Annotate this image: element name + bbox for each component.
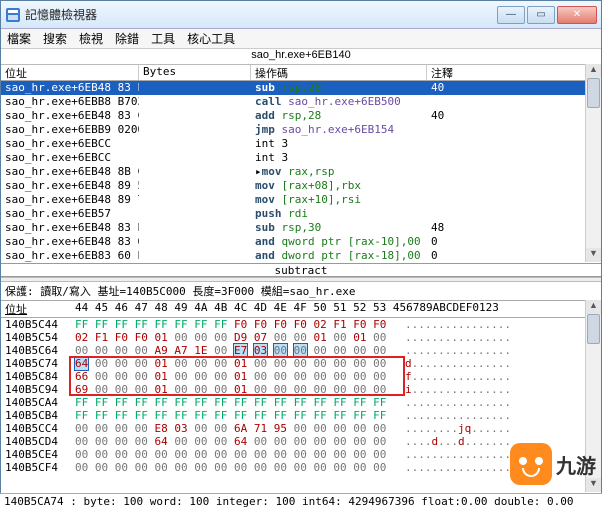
disassembly-panel: 位址 Bytes 操作碼 注釋 sao_hr.exe+6EB48 83 EC 2… [1, 65, 601, 263]
menu-core[interactable]: 核心工具 [187, 30, 235, 47]
disasm-row[interactable]: sao_hr.exe+6EB48 83 EC 28sub rsp,2840 [1, 81, 601, 95]
titlebar[interactable]: 記憶體檢視器 — ▭ ✕ [1, 1, 601, 29]
maximize-button[interactable]: ▭ [527, 6, 555, 24]
hex-header: 位址 44 45 46 47 48 49 4A 4B 4C 4D 4E 4F 5… [1, 301, 601, 318]
hex-row[interactable]: 140B5CC400 00 00 00 E8 03 00 00 6A 71 95… [5, 422, 597, 435]
disasm-row[interactable]: sao_hr.exe+6EBCCint 3 [1, 137, 601, 151]
col-address[interactable]: 位址 [1, 65, 139, 80]
hex-row[interactable]: 140B5CB4FF FF FF FF FF FF FF FF FF FF FF… [5, 409, 597, 422]
col-bytes[interactable]: Bytes [139, 65, 251, 80]
disasm-row[interactable]: sao_hr.exe+6EB83 60 E8 00and dword ptr [… [1, 249, 601, 263]
hex-row[interactable]: 140B5CA4FF FF FF FF FF FF FF FF FF FF FF… [5, 396, 597, 409]
hex-addr-label[interactable]: 位址 [5, 301, 75, 317]
memory-info: 保護: 讀取/寫入 基址=140B5C000 長度=3F000 模組=sao_h… [1, 282, 601, 301]
status-bar: 140B5CA74 : byte: 100 word: 100 integer:… [0, 493, 602, 509]
disasm-row[interactable]: sao_hr.exe+6EBB8 B7030000call sao_hr.exe… [1, 95, 601, 109]
col-opcode[interactable]: 操作碼 [251, 65, 427, 80]
menu-debug[interactable]: 除錯 [115, 30, 139, 47]
disasm-row[interactable]: sao_hr.exe+6EBCCint 3 [1, 151, 601, 165]
watermark-logo: 九游 [510, 443, 596, 485]
hex-row[interactable]: 140B5CE400 00 00 00 00 00 00 00 00 00 00… [5, 448, 597, 461]
hex-col-header: 44 45 46 47 48 49 4A 4B 4C 4D 4E 4F 50 5… [75, 301, 597, 317]
disasm-scrollbar[interactable]: ▲ ▼ [585, 64, 601, 262]
hex-row[interactable]: 140B5C5402 F1 F0 F0 01 00 00 00 D9 07 00… [5, 331, 597, 344]
hex-row[interactable]: 140B5C9469 00 00 00 01 00 00 00 01 00 00… [5, 383, 597, 396]
address-header: sao_hr.exe+6EB140 [1, 49, 601, 65]
col-comment[interactable]: 注釋 [427, 65, 601, 80]
opcode-info: subtract [1, 263, 601, 277]
window-title: 記憶體檢視器 [25, 6, 497, 23]
disasm-row[interactable]: sao_hr.exe+6EB48 83 60 F0 00and qword pt… [1, 235, 601, 249]
menu-file[interactable]: 檔案 [7, 30, 31, 47]
minimize-button[interactable]: — [497, 6, 525, 24]
hex-row[interactable]: 140B5CD400 00 00 00 64 00 00 00 64 00 00… [5, 435, 597, 448]
hex-row[interactable]: 140B5C8466 00 00 00 01 00 00 00 01 00 00… [5, 370, 597, 383]
disasm-row[interactable]: sao_hr.exe+6EBB9 02000000jmp sao_hr.exe+… [1, 123, 601, 137]
disasm-row[interactable]: sao_hr.exe+6EB48 89 58 08mov [rax+08],rb… [1, 179, 601, 193]
hex-row[interactable]: 140B5C6400 00 00 00 A9 A7 1E 00 E7 03 00… [5, 344, 597, 357]
disasm-rows[interactable]: sao_hr.exe+6EB48 83 EC 28sub rsp,2840sao… [1, 81, 601, 263]
hex-row[interactable]: 140B5C44FF FF FF FF FF FF FF FF F0 F0 F0… [5, 318, 597, 331]
jiuyou-text: 九游 [556, 450, 596, 479]
jiuyou-icon [510, 443, 552, 485]
menu-search[interactable]: 搜索 [43, 30, 67, 47]
menu-view[interactable]: 檢視 [79, 30, 103, 47]
close-button[interactable]: ✕ [557, 6, 597, 24]
menubar: 檔案 搜索 檢視 除錯 工具 核心工具 [1, 29, 601, 49]
disasm-row[interactable]: sao_hr.exe+6EB48 83 C4 28add rsp,2840 [1, 109, 601, 123]
disasm-row[interactable]: sao_hr.exe+6EB48 83 EC 30sub rsp,3048 [1, 221, 601, 235]
hex-row[interactable]: 140B5C7464 00 00 00 01 00 00 00 01 00 00… [5, 357, 597, 370]
disasm-header: 位址 Bytes 操作碼 注釋 [1, 65, 601, 81]
app-icon [5, 7, 21, 23]
hex-row[interactable]: 140B5CF400 00 00 00 00 00 00 00 00 00 00… [5, 461, 597, 474]
disasm-row[interactable]: sao_hr.exe+6EB57push rdi [1, 207, 601, 221]
disasm-row[interactable]: sao_hr.exe+6EB48 8B C4▸mov rax,rsp [1, 165, 601, 179]
menu-tools[interactable]: 工具 [151, 30, 175, 47]
disasm-row[interactable]: sao_hr.exe+6EB48 89 70 10mov [rax+10],rs… [1, 193, 601, 207]
